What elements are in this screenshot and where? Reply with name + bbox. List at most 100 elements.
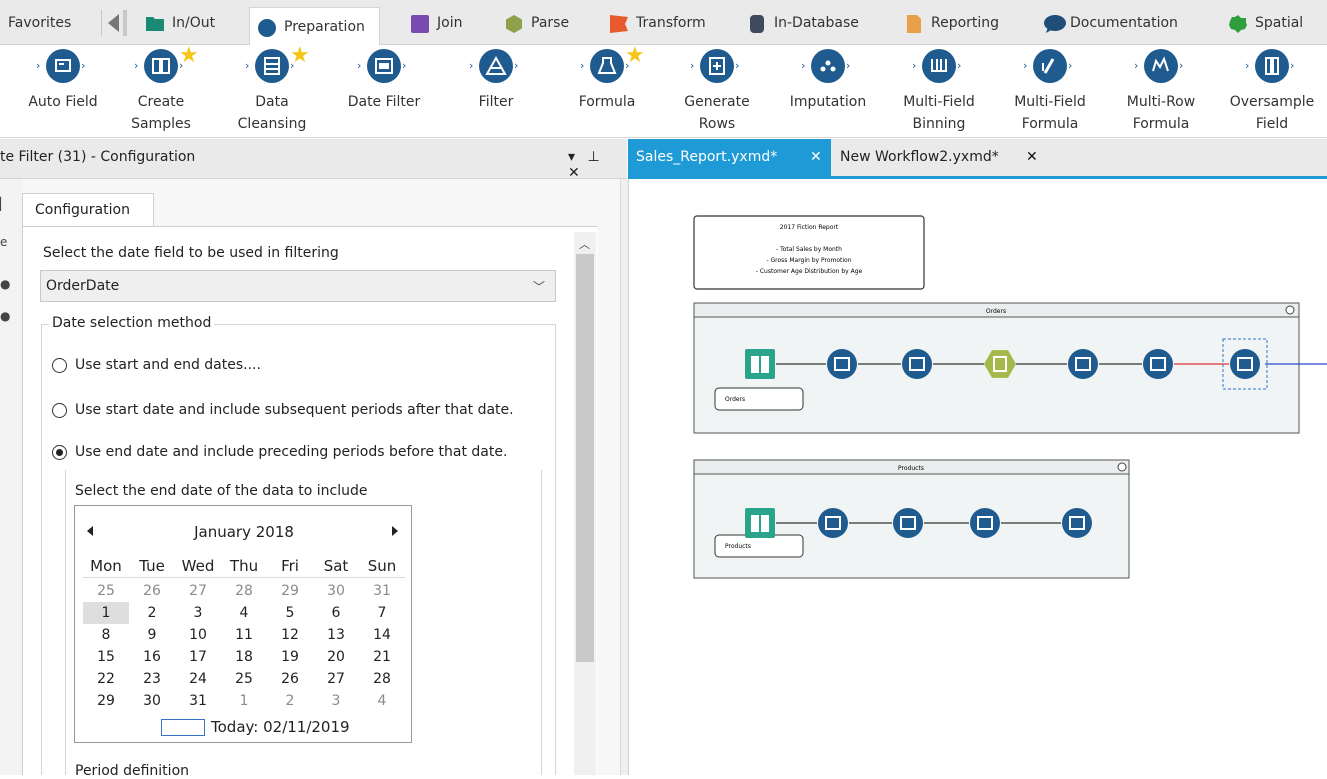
tab-join[interactable]: Join bbox=[411, 9, 462, 37]
auto-field-node[interactable] bbox=[902, 349, 932, 379]
calendar-day[interactable]: 23 bbox=[129, 668, 175, 690]
calendar-day[interactable]: 3 bbox=[313, 690, 359, 712]
calendar-day[interactable]: 25 bbox=[83, 580, 129, 602]
tool-create-samples[interactable]: › › ★ Create Samples bbox=[106, 45, 216, 138]
calendar-day[interactable]: 19 bbox=[267, 646, 313, 668]
tool-data-cleansing[interactable]: › › ★ Data Cleansing bbox=[217, 45, 327, 138]
calendar-day[interactable]: 14 bbox=[359, 624, 405, 646]
scroll-up-icon[interactable]: ︿ bbox=[579, 236, 590, 252]
auto-field-node[interactable] bbox=[818, 508, 848, 538]
next-month-icon[interactable] bbox=[392, 526, 398, 536]
calendar-day[interactable]: 13 bbox=[313, 624, 359, 646]
input-data-node[interactable] bbox=[745, 349, 775, 379]
radio-button[interactable] bbox=[52, 357, 67, 373]
calendar-day[interactable]: 26 bbox=[129, 580, 175, 602]
calendar-day[interactable]: 12 bbox=[267, 624, 313, 646]
calendar-day[interactable]: 22 bbox=[83, 668, 129, 690]
tool-multi-field-formula[interactable]: › › Multi-Field Formula bbox=[995, 45, 1105, 138]
tool-formula[interactable]: › › ★ Formula bbox=[552, 45, 662, 138]
strip-icon[interactable]: ● bbox=[0, 309, 10, 323]
tab-preparation[interactable]: Preparation bbox=[249, 7, 380, 45]
input-data-node[interactable] bbox=[745, 508, 775, 538]
tool-imputation[interactable]: › › Imputation bbox=[773, 45, 883, 138]
calendar-day[interactable]: 25 bbox=[221, 668, 267, 690]
tab-favorites[interactable]: Favorites bbox=[8, 9, 71, 37]
calendar-day[interactable]: 2 bbox=[267, 690, 313, 712]
calendar-day[interactable]: 24 bbox=[175, 668, 221, 690]
data-cleansing-node[interactable] bbox=[1143, 349, 1173, 379]
calendar-day[interactable]: 6 bbox=[313, 602, 359, 624]
scroll-left-icon[interactable] bbox=[108, 14, 119, 32]
radio-start-end-dates[interactable]: Use start and end dates.... bbox=[52, 357, 261, 373]
calendar-day[interactable]: 10 bbox=[175, 624, 221, 646]
calendar-day[interactable]: 2 bbox=[129, 602, 175, 624]
calendar-day[interactable]: 15 bbox=[83, 646, 129, 668]
calendar-day[interactable]: 9 bbox=[129, 624, 175, 646]
calendar-day[interactable]: 7 bbox=[359, 602, 405, 624]
tab-spatial[interactable]: Spatial bbox=[1229, 9, 1303, 37]
calendar-day[interactable]: 4 bbox=[359, 690, 405, 712]
data-cleansing-node[interactable] bbox=[970, 508, 1000, 538]
calendar-day[interactable]: 21 bbox=[359, 646, 405, 668]
workflow-canvas[interactable]: 2017 Fiction Report - Total Sales by Mon… bbox=[628, 179, 1327, 775]
panel-splitter[interactable] bbox=[620, 179, 628, 775]
close-icon[interactable]: ✕ bbox=[1026, 149, 1038, 165]
calendar-day[interactable]: 8 bbox=[83, 624, 129, 646]
calendar-day[interactable]: 4 bbox=[221, 602, 267, 624]
tool-oversample-field[interactable]: › › Oversample Field bbox=[1217, 45, 1327, 138]
tool-date-filter[interactable]: › › Date Filter bbox=[329, 45, 439, 138]
tab-new-workflow2[interactable]: New Workflow2.yxmd* bbox=[840, 149, 999, 165]
tab-transform[interactable]: Transform bbox=[610, 9, 706, 37]
radio-button-selected[interactable] bbox=[52, 444, 67, 460]
calendar-day[interactable]: 28 bbox=[221, 580, 267, 602]
tab-documentation[interactable]: Documentation bbox=[1044, 9, 1178, 37]
calendar-day[interactable]: 17 bbox=[175, 646, 221, 668]
select-node[interactable] bbox=[893, 508, 923, 538]
calendar-day[interactable]: 29 bbox=[83, 690, 129, 712]
panel-controls[interactable]: ▾ ⊥ ✕ bbox=[568, 149, 627, 181]
calendar-day[interactable]: 31 bbox=[359, 580, 405, 602]
strip-icon[interactable]: e bbox=[0, 235, 10, 249]
close-icon[interactable]: ✕ bbox=[810, 149, 822, 165]
calendar-day[interactable]: 27 bbox=[313, 668, 359, 690]
radio-button[interactable] bbox=[52, 402, 67, 418]
config-scrollbar[interactable]: ︿ bbox=[574, 232, 596, 775]
calendar-day[interactable]: 18 bbox=[221, 646, 267, 668]
calendar-day[interactable]: 27 bbox=[175, 580, 221, 602]
calendar-day[interactable]: 28 bbox=[359, 668, 405, 690]
filter-node[interactable] bbox=[1062, 508, 1092, 538]
tab-reporting[interactable]: Reporting bbox=[905, 9, 999, 37]
tab-in-out[interactable]: In/Out bbox=[146, 9, 215, 37]
radio-end-date-preceding[interactable]: Use end date and include preceding perio… bbox=[52, 444, 507, 460]
calendar-day[interactable]: 31 bbox=[175, 690, 221, 712]
scrollbar-thumb[interactable] bbox=[576, 254, 594, 662]
calendar-day[interactable]: 1 bbox=[83, 602, 129, 624]
calendar-day[interactable]: 20 bbox=[313, 646, 359, 668]
tool-generate-rows[interactable]: › › Generate Rows bbox=[662, 45, 772, 138]
tab-in-database[interactable]: In-Database bbox=[748, 9, 859, 37]
tool-multi-row-formula[interactable]: › › Multi-Row Formula bbox=[1106, 45, 1216, 138]
select-node[interactable] bbox=[827, 349, 857, 379]
tool-filter[interactable]: › › Filter bbox=[441, 45, 551, 138]
tab-configuration[interactable]: Configuration bbox=[22, 193, 154, 227]
calendar-day[interactable]: 26 bbox=[267, 668, 313, 690]
pin-icon[interactable]: ⊥ bbox=[587, 149, 603, 165]
tool-auto-field[interactable]: › › Auto Field bbox=[8, 45, 118, 138]
calendar-day[interactable]: 30 bbox=[129, 690, 175, 712]
calendar-day[interactable]: 5 bbox=[267, 602, 313, 624]
date-field-select[interactable]: OrderDate ﹀ bbox=[40, 270, 556, 302]
radio-start-date-subsequent[interactable]: Use start date and include subsequent pe… bbox=[52, 402, 514, 418]
tool-multi-field-binning[interactable]: › › Multi-Field Binning bbox=[884, 45, 994, 138]
tab-parse[interactable]: Parse bbox=[505, 9, 569, 37]
calendar-day[interactable]: 3 bbox=[175, 602, 221, 624]
calendar-day[interactable]: 16 bbox=[129, 646, 175, 668]
select-node[interactable] bbox=[1068, 349, 1098, 379]
tab-sales-report[interactable]: Sales_Report.yxmd* ✕ bbox=[628, 139, 831, 179]
calendar-today[interactable]: Today: 02/11/2019 bbox=[211, 718, 350, 736]
calendar-day[interactable]: 29 bbox=[267, 580, 313, 602]
calendar-day[interactable]: 11 bbox=[221, 624, 267, 646]
strip-icon[interactable]: ● bbox=[0, 277, 10, 291]
calendar-day[interactable]: 1 bbox=[221, 690, 267, 712]
strip-icon[interactable]: ▏ bbox=[0, 197, 10, 211]
calendar-day[interactable]: 30 bbox=[313, 580, 359, 602]
